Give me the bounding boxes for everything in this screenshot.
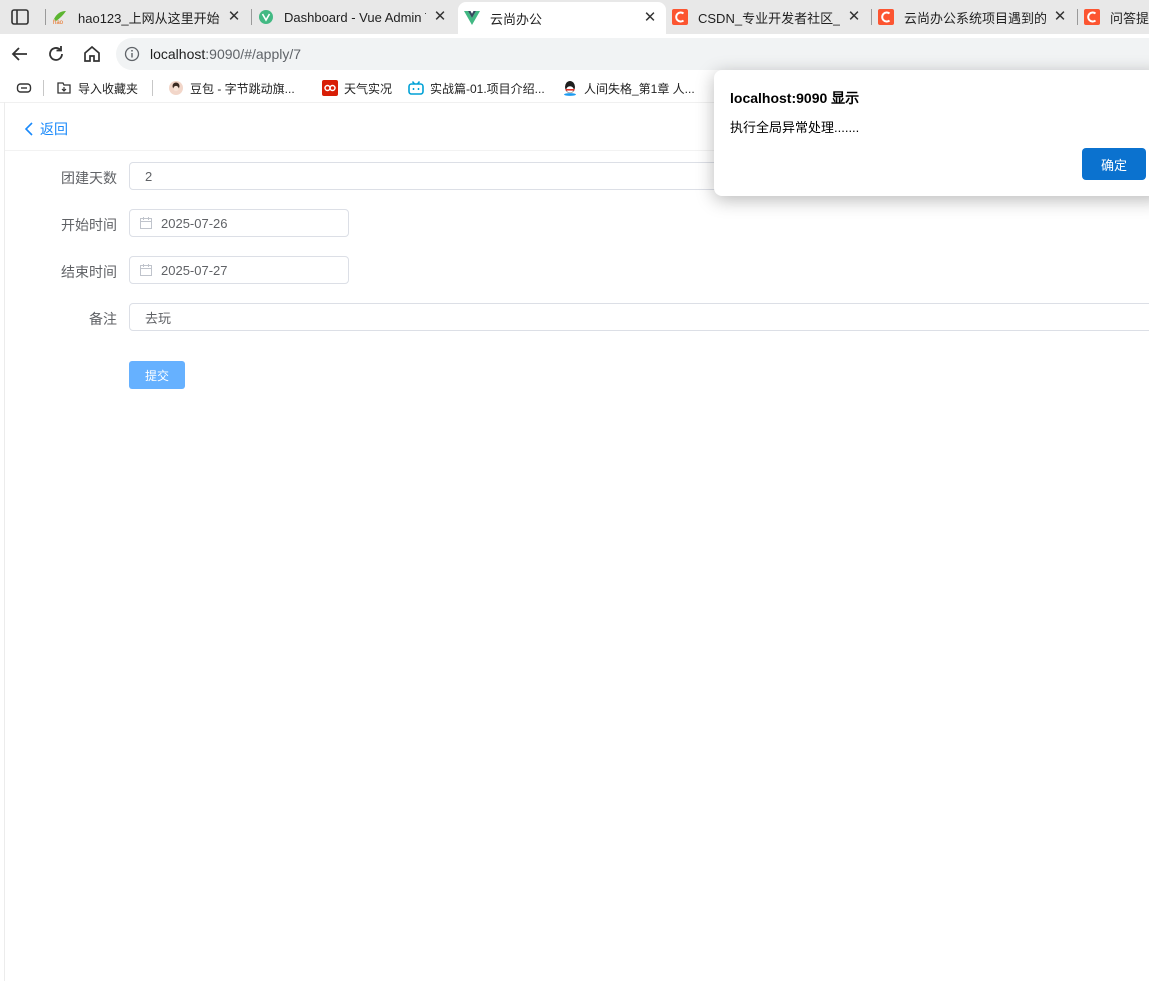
end-time-label: 结束时间 <box>61 264 117 280</box>
tab-dashboard[interactable]: Dashboard - Vue Admin Te ✕ <box>252 0 456 34</box>
bookmark-doubao[interactable]: 豆包 - 字节跳动旗... <box>168 79 295 97</box>
bookmark-label: 豆包 - 字节跳动旗... <box>190 81 295 96</box>
tab-csdn[interactable]: CSDN_专业开发者社区_已接 ✕ <box>666 0 870 34</box>
bookmark-bilibili[interactable]: 实战篇-01.项目介绍... <box>408 79 545 97</box>
alert-ok-button[interactable]: 确定 <box>1082 148 1146 180</box>
form-row-end: 结束时间 2025-07-27 <box>0 256 1149 284</box>
bilibili-icon <box>408 80 424 96</box>
tab-hao123[interactable]: hao hao123_上网从这里开始 ✕ <box>46 0 250 34</box>
tab-csdn-ask[interactable]: 问答提问 <box>1078 0 1149 34</box>
vue-logo-icon <box>464 10 480 26</box>
page-left-border <box>4 102 5 981</box>
weather-icon <box>322 80 338 96</box>
url-host: localhost <box>150 46 206 62</box>
close-icon[interactable]: ✕ <box>642 10 658 26</box>
days-label: 团建天数 <box>61 170 117 186</box>
bookmarks-menu-icon[interactable] <box>16 79 32 97</box>
back-link[interactable]: 返回 <box>24 119 68 139</box>
tab-title: Dashboard - Vue Admin Te <box>284 9 426 25</box>
url-text: localhost:9090/#/apply/7 <box>150 46 301 62</box>
days-value: 2 <box>145 168 153 184</box>
calendar-icon <box>140 217 152 229</box>
bookmark-qq[interactable]: 人间失格_第1章 人... <box>562 79 695 97</box>
end-date-picker[interactable]: 2025-07-27 <box>129 256 349 284</box>
form-row-remark: 备注 去玩 <box>0 303 1149 331</box>
home-icon[interactable] <box>81 43 103 65</box>
site-info-icon[interactable] <box>124 46 140 62</box>
bookmark-import[interactable]: 导入收藏夹 <box>56 79 138 97</box>
csdn-icon <box>878 9 894 25</box>
alert-dialog: localhost:9090 显示 执行全局异常处理....... 确定 <box>714 70 1149 196</box>
tab-title: CSDN_专业开发者社区_已接 <box>698 10 840 26</box>
submit-button[interactable]: 提交 <box>129 361 185 389</box>
tab-title: 云尚办公系统项目遇到的问 <box>904 10 1046 26</box>
form-row-start: 开始时间 2025-07-26 <box>0 209 1149 237</box>
bookmark-label: 实战篇-01.项目介绍... <box>430 81 545 96</box>
bookmark-label: 天气实况 <box>344 81 393 96</box>
close-icon[interactable]: ✕ <box>1052 9 1068 25</box>
tab-yunshang-active[interactable]: 云尚办公 ✕ <box>458 2 666 34</box>
bookmark-separator <box>43 80 44 96</box>
address-bar[interactable]: localhost:9090/#/apply/7 <box>116 38 1149 70</box>
end-date-value: 2025-07-27 <box>161 262 228 278</box>
remark-label: 备注 <box>89 311 117 327</box>
alert-title: localhost:9090 显示 <box>730 90 860 106</box>
vue-admin-icon <box>258 9 274 25</box>
tab-actions-icon[interactable] <box>10 8 30 26</box>
page-content: 返回 团建天数 2 开始时间 2025-07-26 结束时间 2025-07-2… <box>0 102 1149 981</box>
start-date-value: 2025-07-26 <box>161 215 228 231</box>
close-icon[interactable]: ✕ <box>432 9 448 25</box>
csdn-icon <box>1084 9 1100 25</box>
csdn-icon <box>672 9 688 25</box>
doubao-icon <box>168 80 184 96</box>
close-icon[interactable]: ✕ <box>226 9 242 25</box>
start-date-picker[interactable]: 2025-07-26 <box>129 209 349 237</box>
qq-icon <box>562 80 578 96</box>
svg-text:hao: hao <box>53 20 64 25</box>
reload-icon[interactable] <box>45 43 67 65</box>
bookmark-label: 人间失格_第1章 人... <box>584 81 695 96</box>
alert-message: 执行全局异常处理....... <box>730 120 860 135</box>
bookmark-weather[interactable]: 天气实况 <box>322 79 392 97</box>
tab-title: hao123_上网从这里开始 <box>78 10 220 26</box>
tab-csdn-question[interactable]: 云尚办公系统项目遇到的问 ✕ <box>872 0 1076 34</box>
tab-title: 云尚办公 <box>490 11 543 27</box>
back-label: 返回 <box>40 121 68 137</box>
hao123-icon: hao <box>52 9 68 25</box>
bookmark-label: 导入收藏夹 <box>78 81 139 96</box>
remark-input[interactable]: 去玩 <box>129 303 1149 331</box>
calendar-icon <box>140 264 152 276</box>
chevron-left-icon <box>24 122 33 136</box>
browser-toolbar: localhost:9090/#/apply/7 <box>0 34 1149 74</box>
url-path: :9090/#/apply/7 <box>205 46 302 62</box>
bookmark-separator <box>152 80 153 96</box>
close-icon[interactable]: ✕ <box>846 9 862 25</box>
tab-title: 问答提问 <box>1110 10 1149 26</box>
back-arrow-icon[interactable] <box>9 43 31 65</box>
import-bookmarks-icon <box>56 80 72 96</box>
remark-value: 去玩 <box>145 310 172 326</box>
start-time-label: 开始时间 <box>61 217 117 233</box>
tab-strip: hao hao123_上网从这里开始 ✕ Dashboard - Vue Adm… <box>0 0 1149 34</box>
